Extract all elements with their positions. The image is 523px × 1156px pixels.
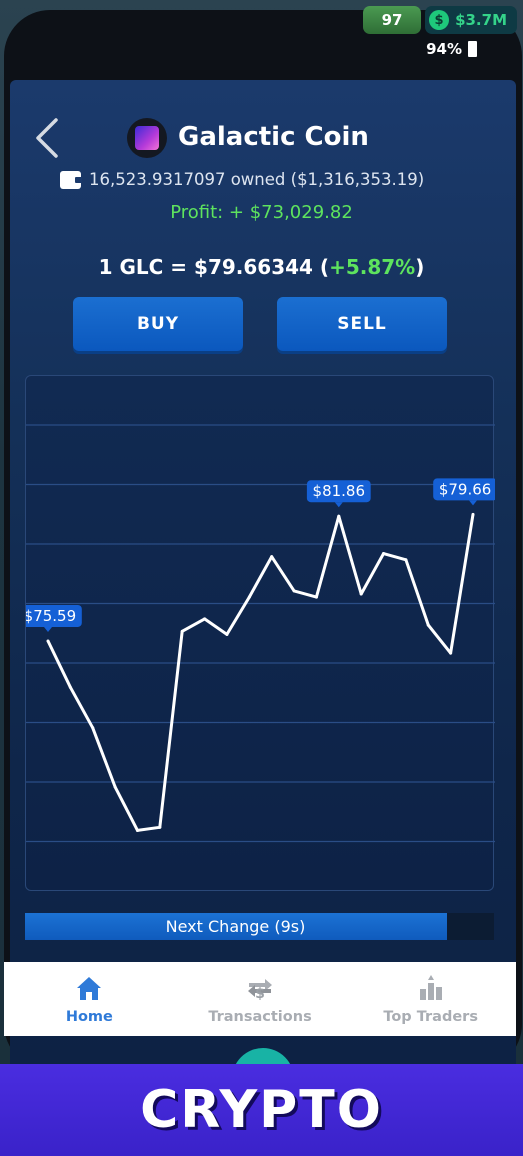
price-point bbox=[382, 552, 386, 556]
dollar-icon: $ bbox=[429, 10, 450, 30]
price-point bbox=[68, 685, 72, 689]
price-line bbox=[46, 514, 475, 832]
callout-label: $81.86 bbox=[313, 482, 366, 500]
bottom-nav: Home $ Transactions Top Traders bbox=[4, 962, 516, 1036]
battery-percent: 94% bbox=[426, 40, 462, 58]
price-point bbox=[359, 592, 363, 596]
next-change-progress: Next Change (9s) bbox=[25, 913, 494, 940]
nav-home-label: Home bbox=[65, 1009, 113, 1025]
svg-text:$: $ bbox=[255, 986, 265, 1002]
callout-pointer bbox=[469, 500, 477, 506]
nav-home[interactable]: Home bbox=[4, 962, 175, 1036]
price-callout: $81.86 bbox=[306, 480, 371, 508]
coin-title: Galactic Coin bbox=[178, 122, 369, 152]
price-callout: $79.66 bbox=[433, 478, 495, 506]
galaxy-icon bbox=[135, 126, 159, 150]
battery-icon bbox=[468, 41, 477, 57]
callout-pointer bbox=[44, 626, 52, 632]
price-text: 1 GLC = $79.66344 ( bbox=[98, 255, 330, 279]
banner-text: CRYPTO bbox=[140, 1080, 383, 1140]
callout-pointer bbox=[334, 502, 343, 508]
level-badge[interactable]: 97 bbox=[363, 6, 422, 34]
price-point bbox=[404, 558, 408, 562]
price-row: 1 GLC = $79.66344 (+5.87%) bbox=[0, 255, 523, 279]
nav-transactions[interactable]: $ Transactions bbox=[175, 962, 346, 1036]
price-point bbox=[91, 726, 95, 730]
price-point bbox=[292, 589, 296, 593]
buy-button[interactable]: BUY bbox=[73, 297, 243, 351]
price-point bbox=[247, 595, 251, 599]
coin-logo bbox=[127, 118, 167, 158]
transactions-icon: $ bbox=[248, 979, 272, 1002]
nav-top-traders[interactable]: Top Traders bbox=[345, 962, 516, 1036]
money-value: $3.7M bbox=[455, 11, 507, 29]
top-hud: 97 $ $3.7M bbox=[363, 6, 517, 34]
price-chart: $75.59 $81.86 $79.66 bbox=[25, 375, 495, 891]
price-point bbox=[337, 514, 341, 518]
price-point bbox=[225, 632, 229, 636]
promo-banner: CRYPTO bbox=[0, 1064, 523, 1156]
price-point bbox=[449, 651, 453, 655]
price-suffix: ) bbox=[415, 255, 425, 279]
price-point bbox=[158, 825, 162, 829]
price-point bbox=[471, 512, 475, 516]
price-point bbox=[113, 785, 117, 789]
profit-text: Profit: + $73,029.82 bbox=[170, 202, 353, 223]
price-point bbox=[314, 595, 318, 599]
price-point bbox=[135, 828, 139, 832]
price-point bbox=[203, 617, 207, 621]
callout-label: $79.66 bbox=[439, 480, 492, 498]
wallet-icon bbox=[60, 170, 82, 189]
price-change: +5.87% bbox=[329, 255, 416, 279]
nav-top-traders-label: Top Traders bbox=[383, 1009, 478, 1025]
home-icon bbox=[77, 977, 102, 1000]
price-callout: $75.59 bbox=[26, 604, 82, 632]
chevron-left-icon bbox=[36, 118, 58, 158]
price-point bbox=[46, 639, 50, 643]
callout-label: $75.59 bbox=[26, 607, 76, 625]
price-point bbox=[426, 623, 430, 627]
top-traders-icon bbox=[419, 975, 442, 1000]
price-point bbox=[180, 629, 184, 633]
back-button[interactable] bbox=[28, 114, 68, 162]
battery-indicator: 94% bbox=[426, 40, 477, 58]
nav-transactions-label: Transactions bbox=[208, 1009, 312, 1025]
sell-button[interactable]: SELL bbox=[277, 297, 447, 351]
price-chart-svg: $75.59 $81.86 $79.66 bbox=[26, 424, 495, 843]
next-change-label: Next Change (9s) bbox=[165, 917, 306, 936]
owned-text: 16,523.9317097 owned ($1,316,353.19) bbox=[89, 170, 425, 189]
price-point bbox=[270, 555, 274, 559]
owned-row: 16,523.9317097 owned ($1,316,353.19) bbox=[60, 170, 424, 189]
money-badge[interactable]: $ $3.7M bbox=[425, 6, 517, 34]
